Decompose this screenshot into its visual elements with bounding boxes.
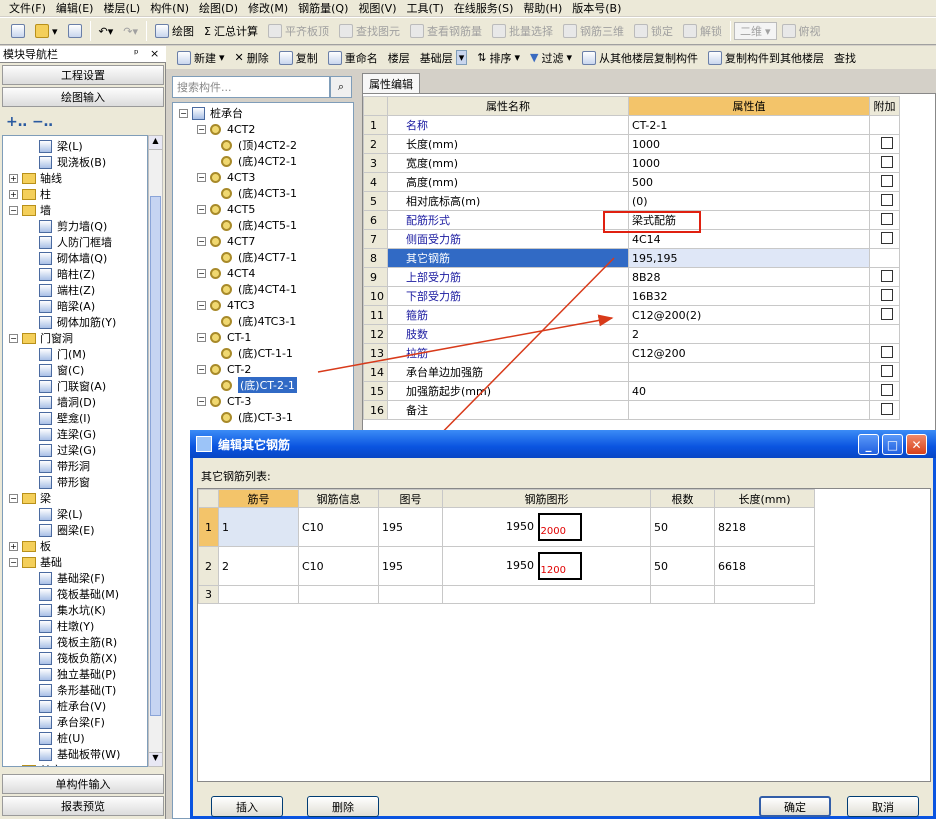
table-row[interactable]: 2 2 C10 195 1950 1200 50 6618: [198, 546, 815, 586]
insert-button[interactable]: 插入: [211, 796, 283, 817]
column-header: 钢筋图形: [442, 489, 651, 508]
arrow-tree-to-stirrup: [317, 314, 614, 373]
figure-number-cell[interactable]: 195: [378, 507, 443, 547]
close-dialog-icon[interactable]: ✕: [906, 434, 927, 455]
cancel-button[interactable]: 取消: [847, 796, 919, 817]
delete-button[interactable]: 删除: [307, 796, 379, 817]
minimize-icon[interactable]: _: [858, 434, 879, 455]
edit-other-rebar-dialog: 编辑其它钢筋 _ □ ✕ 其它钢筋列表: 筋号 钢筋信息 图号 钢筋图形 根数 长度(mm…: [190, 430, 936, 819]
dialog-title-bar: 编辑其它钢筋 _ □ ✕: [190, 430, 936, 458]
rebar-shape-cell[interactable]: 1950 2000: [442, 507, 651, 547]
dimension-label: 1950: [506, 520, 534, 533]
rebar-shape-figure: 2000: [537, 513, 582, 541]
rebar-shape-cell[interactable]: [442, 585, 651, 604]
count-cell[interactable]: 50: [650, 507, 715, 547]
length-cell: [714, 585, 815, 604]
rebar-id-cell[interactable]: 1: [218, 507, 299, 547]
row-number: 2: [198, 546, 219, 586]
rebar-id-cell[interactable]: [218, 585, 299, 604]
length-cell: 6618: [714, 546, 815, 586]
figure-number-cell[interactable]: 195: [378, 546, 443, 586]
table-row[interactable]: 3: [198, 585, 815, 604]
list-label: 其它钢筋列表:: [201, 470, 271, 483]
column-header: 图号: [378, 489, 443, 508]
column-header: 根数: [650, 489, 715, 508]
column-header: 筋号: [218, 489, 299, 508]
rebar-table: 筋号 钢筋信息 图号 钢筋图形 根数 长度(mm) 1 1 C10 195 1950 2000 50…: [197, 488, 931, 782]
dimension-label: 1950: [506, 559, 534, 572]
count-cell[interactable]: [650, 585, 715, 604]
app-icon: [196, 436, 212, 452]
rebar-info-cell[interactable]: C10: [298, 546, 379, 586]
rebar-shape-figure: 1200: [537, 552, 582, 580]
row-number: 3: [198, 585, 219, 604]
rebar-shape-cell[interactable]: 1950 1200: [442, 546, 651, 586]
length-cell: 8218: [714, 507, 815, 547]
table-row[interactable]: 1 1 C10 195 1950 2000 50 8218: [198, 507, 815, 547]
rebar-id-cell[interactable]: 2: [218, 546, 299, 586]
column-header: 钢筋信息: [298, 489, 379, 508]
dialog-title: 编辑其它钢筋: [218, 437, 291, 452]
ok-button[interactable]: 确定: [759, 796, 831, 817]
figure-number-cell[interactable]: [378, 585, 443, 604]
column-header: 长度(mm): [714, 489, 815, 508]
count-cell[interactable]: 50: [650, 546, 715, 586]
rebar-info-cell[interactable]: C10: [298, 507, 379, 547]
rebar-info-cell[interactable]: [298, 585, 379, 604]
row-number: 1: [198, 507, 219, 547]
maximize-icon[interactable]: □: [882, 434, 903, 455]
